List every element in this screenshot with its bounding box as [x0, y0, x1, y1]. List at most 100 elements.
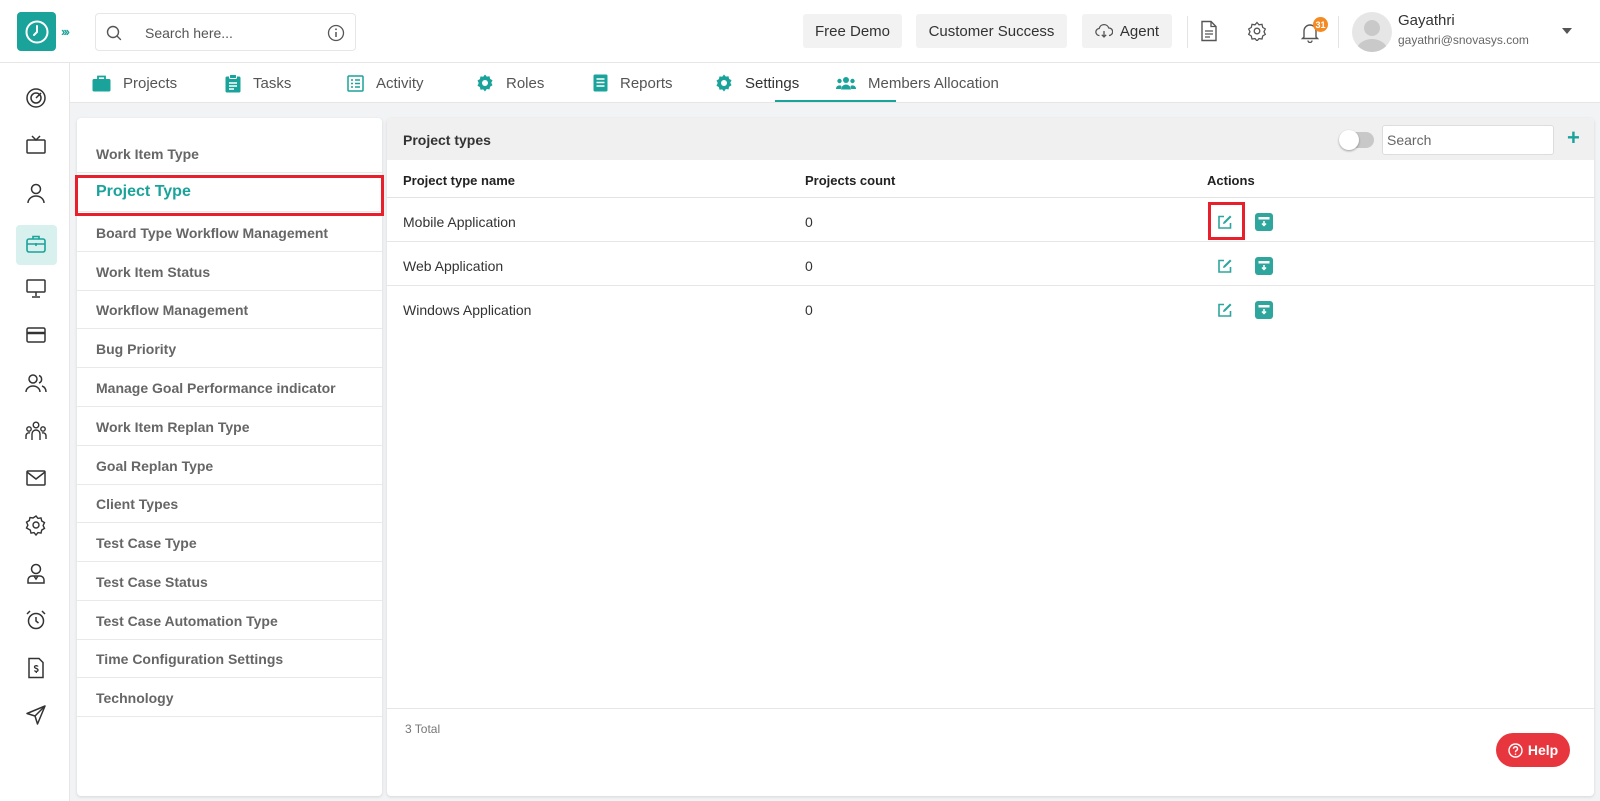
customer-success-button[interactable]: Customer Success [916, 14, 1067, 48]
tab-tasks[interactable]: Tasks [225, 63, 291, 103]
project-type-name: Web Application [403, 258, 504, 274]
settings-item-board-type-workflow-management[interactable]: Board Type Workflow Management [77, 213, 382, 252]
search-icon [106, 25, 122, 41]
highlight-box-edit-button [1208, 202, 1245, 240]
briefcase-icon [92, 75, 111, 91]
settings-item-test-case-type[interactable]: Test Case Type [77, 523, 382, 562]
report-icon [593, 74, 608, 92]
settings-item-work-item-type[interactable]: Work Item Type [77, 134, 382, 173]
settings-item-goal-replan-type[interactable]: Goal Replan Type [77, 446, 382, 485]
badge-user-icon[interactable] [25, 562, 47, 584]
divider [1187, 16, 1188, 48]
tv-icon[interactable] [25, 134, 47, 156]
settings-item-test-case-automation-type[interactable]: Test Case Automation Type [77, 601, 382, 640]
users-icon [836, 77, 856, 90]
global-search[interactable]: Search here... [95, 13, 356, 51]
divider [1338, 16, 1339, 48]
info-icon[interactable] [327, 24, 345, 42]
settings-item-bug-priority[interactable]: Bug Priority [77, 329, 382, 368]
gear-icon[interactable] [25, 514, 47, 536]
avatar[interactable] [1352, 12, 1392, 52]
settings-item-work-item-status[interactable]: Work Item Status [77, 252, 382, 291]
projects-count: 0 [805, 302, 813, 318]
settings-item-time-configuration-settings[interactable]: Time Configuration Settings [77, 639, 382, 678]
archive-icon [1258, 261, 1270, 271]
edit-button[interactable] [1216, 257, 1234, 275]
settings-item-manage-goal-performance-indicator[interactable]: Manage Goal Performance indicator [77, 368, 382, 407]
document-icon[interactable] [1199, 20, 1219, 42]
projects-count: 0 [805, 258, 813, 274]
panel-footer-divider [387, 708, 1594, 709]
help-button[interactable]: Help [1496, 733, 1570, 767]
edit-icon [1218, 303, 1232, 317]
tab-settings[interactable]: Settings [715, 63, 799, 103]
toggle-knob [1339, 130, 1359, 150]
table-header: Project type name Projects count Actions [387, 160, 1594, 198]
archive-toggle[interactable] [1339, 130, 1374, 150]
project-tabs: Projects Tasks Activity Roles Reports Se… [70, 63, 1600, 103]
table-row: Mobile Application 0 [387, 198, 1594, 242]
edit-button[interactable] [1216, 301, 1234, 319]
active-tab-indicator [775, 100, 896, 102]
cloud-download-icon [1095, 24, 1113, 38]
settings-item-technology[interactable]: Technology [77, 678, 382, 717]
total-count: 3 Total [405, 722, 441, 736]
table-row: Web Application 0 [387, 242, 1594, 286]
group-icon[interactable] [25, 420, 47, 442]
app-logo[interactable] [17, 12, 56, 51]
user-icon[interactable] [25, 182, 47, 204]
mail-icon[interactable] [25, 467, 47, 489]
settings-menu: Work Item Type Project Type Board Type W… [77, 118, 382, 796]
projects-count: 0 [805, 214, 813, 230]
settings-item-work-item-replan-type[interactable]: Work Item Replan Type [77, 407, 382, 446]
user-email: gayathri@snovasys.com [1398, 33, 1529, 47]
settings-item-client-types[interactable]: Client Types [77, 484, 382, 523]
question-icon [1508, 742, 1523, 758]
tab-roles[interactable]: Roles [476, 63, 544, 103]
panel-title: Project types [403, 132, 491, 148]
archive-icon [1258, 305, 1270, 315]
panel-header: Project types + [387, 118, 1594, 160]
archive-button[interactable] [1255, 257, 1273, 275]
agent-button[interactable]: Agent [1082, 14, 1172, 48]
edit-icon [1218, 259, 1232, 273]
add-project-type-button[interactable]: + [1567, 126, 1580, 150]
chevron-down-icon[interactable] [1562, 28, 1572, 34]
clipboard-icon [225, 73, 241, 92]
archive-button[interactable] [1255, 213, 1273, 231]
project-type-search-input[interactable] [1382, 125, 1554, 155]
alarm-clock-icon[interactable] [25, 609, 47, 631]
briefcase-icon[interactable] [25, 233, 47, 255]
column-projects-count: Projects count [805, 173, 896, 188]
settings-item-workflow-management[interactable]: Workflow Management [77, 290, 382, 329]
tab-activity[interactable]: Activity [347, 63, 424, 103]
project-types-panel: Project types + Project type name Projec… [387, 118, 1594, 796]
dashboard-icon[interactable] [25, 87, 47, 109]
tab-members-allocation[interactable]: Members Allocation [836, 63, 999, 103]
top-bar: ››› Search here... Free Demo Customer Su… [0, 0, 1600, 63]
team-icon[interactable] [25, 372, 47, 394]
tab-reports[interactable]: Reports [593, 63, 673, 103]
archive-button[interactable] [1255, 301, 1273, 319]
tab-projects[interactable]: Projects [92, 63, 177, 103]
expand-menu-icon[interactable]: ››› [61, 24, 70, 39]
free-demo-button[interactable]: Free Demo [803, 14, 902, 48]
settings-icon[interactable] [1247, 21, 1267, 41]
list-icon [347, 74, 364, 92]
monitor-icon[interactable] [25, 277, 47, 299]
clock-logo-icon [25, 20, 48, 43]
highlight-box-project-type [75, 175, 384, 216]
user-avatar-icon [1356, 20, 1388, 52]
notification-badge: 31 [1313, 17, 1328, 32]
gear-icon [716, 74, 732, 92]
settings-item-test-case-status[interactable]: Test Case Status [77, 562, 382, 601]
search-input[interactable]: Search here... [145, 25, 233, 41]
gear-icon [477, 74, 493, 92]
invoice-icon[interactable] [25, 657, 47, 679]
send-icon[interactable] [25, 704, 47, 726]
card-icon[interactable] [25, 324, 47, 346]
left-navigation-rail [0, 63, 70, 801]
project-type-name: Windows Application [403, 302, 532, 318]
user-name: Gayathri [1398, 12, 1455, 29]
archive-icon [1258, 217, 1270, 227]
